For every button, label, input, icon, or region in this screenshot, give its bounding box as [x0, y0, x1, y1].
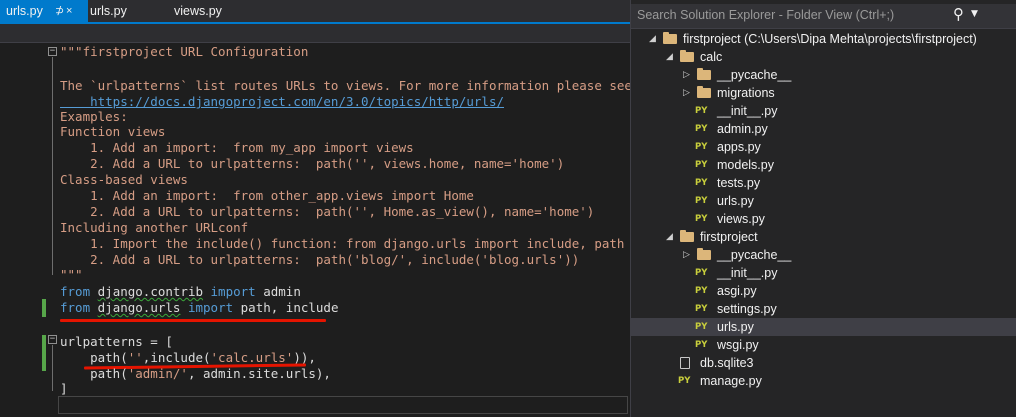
tree-item[interactable]: PY asgi.py [631, 282, 1016, 300]
tree-item-label: __init__.py [717, 104, 778, 118]
tree-item[interactable]: PY views.py [631, 210, 1016, 228]
code-editor[interactable]: − − """firstproject URL Configuration Th… [0, 43, 630, 417]
tree-item-label: settings.py [717, 302, 777, 316]
tree-item-label: admin.py [717, 122, 768, 136]
file-icon [680, 357, 690, 369]
expand-arrow-icon[interactable]: ▷ [683, 66, 690, 84]
tree-item-label: calc [700, 50, 723, 64]
python-file-icon: PY [695, 286, 708, 296]
current-line-highlight [58, 396, 628, 414]
python-file-icon: PY [695, 268, 708, 278]
python-file-icon: PY [695, 304, 708, 314]
tree-item-label: tests.py [717, 176, 761, 190]
fold-toggle-icon[interactable]: − [48, 47, 57, 56]
code-line: """firstproject URL Configuration [60, 44, 309, 59]
folder-icon [680, 230, 694, 242]
tree-item[interactable]: PY tests.py [631, 174, 1016, 192]
tree-item-label: apps.py [717, 140, 761, 154]
close-icon[interactable]: × [66, 0, 72, 22]
tree-item[interactable]: PY urls.py [631, 318, 1016, 336]
tree-item-label: __pycache__ [717, 68, 792, 82]
tab-label: urls.py [90, 4, 127, 18]
red-annotation-underline [60, 319, 326, 322]
search-input[interactable]: Search Solution Explorer - Folder View (… [637, 8, 894, 22]
tree-item[interactable]: ◢ calc [631, 48, 1016, 66]
python-file-icon: PY [695, 160, 708, 170]
solution-explorer-search[interactable]: Search Solution Explorer - Folder View (… [631, 4, 1016, 29]
editor-tab-bar: urls.py ⊅ × urls.py views.py [0, 0, 630, 22]
tree-item-label: migrations [717, 86, 775, 100]
tree-item[interactable]: PY __init__.py [631, 264, 1016, 282]
folder-icon [697, 68, 711, 80]
chevron-down-icon[interactable]: ▼ [971, 9, 978, 19]
tree-item[interactable]: ◢ firstproject (C:\Users\Dipa Mehta\proje… [631, 30, 1016, 48]
tree-item-label: asgi.py [717, 284, 757, 298]
expand-arrow-icon[interactable]: ▷ [683, 246, 690, 264]
python-file-icon: PY [695, 178, 708, 188]
tree-item-label: __pycache__ [717, 248, 792, 262]
python-file-icon: PY [695, 106, 708, 116]
tree-item[interactable]: PY wsgi.py [631, 336, 1016, 354]
tree-item-label: wsgi.py [717, 338, 759, 352]
collapse-arrow-icon[interactable]: ◢ [649, 30, 656, 48]
tree-item[interactable]: PY urls.py [631, 192, 1016, 210]
tree-item[interactable]: ▷ __pycache__ [631, 246, 1016, 264]
folder-icon [663, 32, 677, 44]
tree-item[interactable]: PY manage.py [631, 372, 1016, 390]
collapse-arrow-icon[interactable]: ◢ [666, 228, 673, 246]
tree-item-label: db.sqlite3 [700, 356, 754, 370]
tab-urls-active[interactable]: urls.py ⊅ × [0, 0, 88, 22]
tree-item-label: urls.py [717, 320, 754, 334]
python-file-icon: PY [678, 376, 691, 386]
tree-item[interactable]: PY admin.py [631, 120, 1016, 138]
tab-views[interactable]: views.py [168, 0, 228, 22]
navigation-bar[interactable] [0, 24, 630, 43]
tree-item[interactable]: PY apps.py [631, 138, 1016, 156]
python-file-icon: PY [695, 322, 708, 332]
tab-label: views.py [174, 4, 222, 18]
solution-explorer: Search Solution Explorer - Folder View (… [630, 0, 1016, 417]
fold-guide [52, 345, 53, 391]
search-icon[interactable]: ⚲ [953, 5, 964, 23]
tree-item[interactable]: PY models.py [631, 156, 1016, 174]
tree-item-label: firstproject (C:\Users\Dipa Mehta\projec… [683, 32, 977, 46]
collapse-arrow-icon[interactable]: ◢ [666, 48, 673, 66]
pin-icon[interactable]: ⊅ [55, 0, 64, 22]
tree-item[interactable]: PY __init__.py [631, 102, 1016, 120]
code-line-import-path: from django.urls import path, include [60, 300, 339, 315]
tree-item[interactable]: PY settings.py [631, 300, 1016, 318]
python-file-icon: PY [695, 124, 708, 134]
folder-icon [680, 50, 694, 62]
expand-arrow-icon[interactable]: ▷ [683, 84, 690, 102]
tree-item-label: models.py [717, 158, 774, 172]
fold-toggle-icon[interactable]: − [48, 335, 57, 344]
tree-item-label: manage.py [700, 374, 762, 388]
tab-urls[interactable]: urls.py [84, 0, 133, 22]
change-marker [42, 335, 46, 371]
tree-item[interactable]: db.sqlite3 [631, 354, 1016, 372]
tab-label: urls.py [6, 4, 43, 18]
tree-item[interactable]: ◢ firstproject [631, 228, 1016, 246]
fold-guide [52, 57, 53, 275]
code-line: """ [60, 267, 83, 282]
change-marker [42, 299, 46, 317]
python-file-icon: PY [695, 142, 708, 152]
python-file-icon: PY [695, 340, 708, 350]
tree-item-label: views.py [717, 212, 765, 226]
python-file-icon: PY [695, 214, 708, 224]
tree-item-label: firstproject [700, 230, 758, 244]
tree-item[interactable]: ▷ migrations [631, 84, 1016, 102]
tree-item-label: __init__.py [717, 266, 778, 280]
folder-icon [697, 248, 711, 260]
python-file-icon: PY [695, 196, 708, 206]
folder-icon [697, 86, 711, 98]
tree-item-label: urls.py [717, 194, 754, 208]
tree-item[interactable]: ▷ __pycache__ [631, 66, 1016, 84]
code-line: 2. Add a URL to urlpatterns: path('blog/… [60, 252, 580, 267]
code-line-path-admin: path('admin/', admin.site.urls), [60, 366, 331, 381]
